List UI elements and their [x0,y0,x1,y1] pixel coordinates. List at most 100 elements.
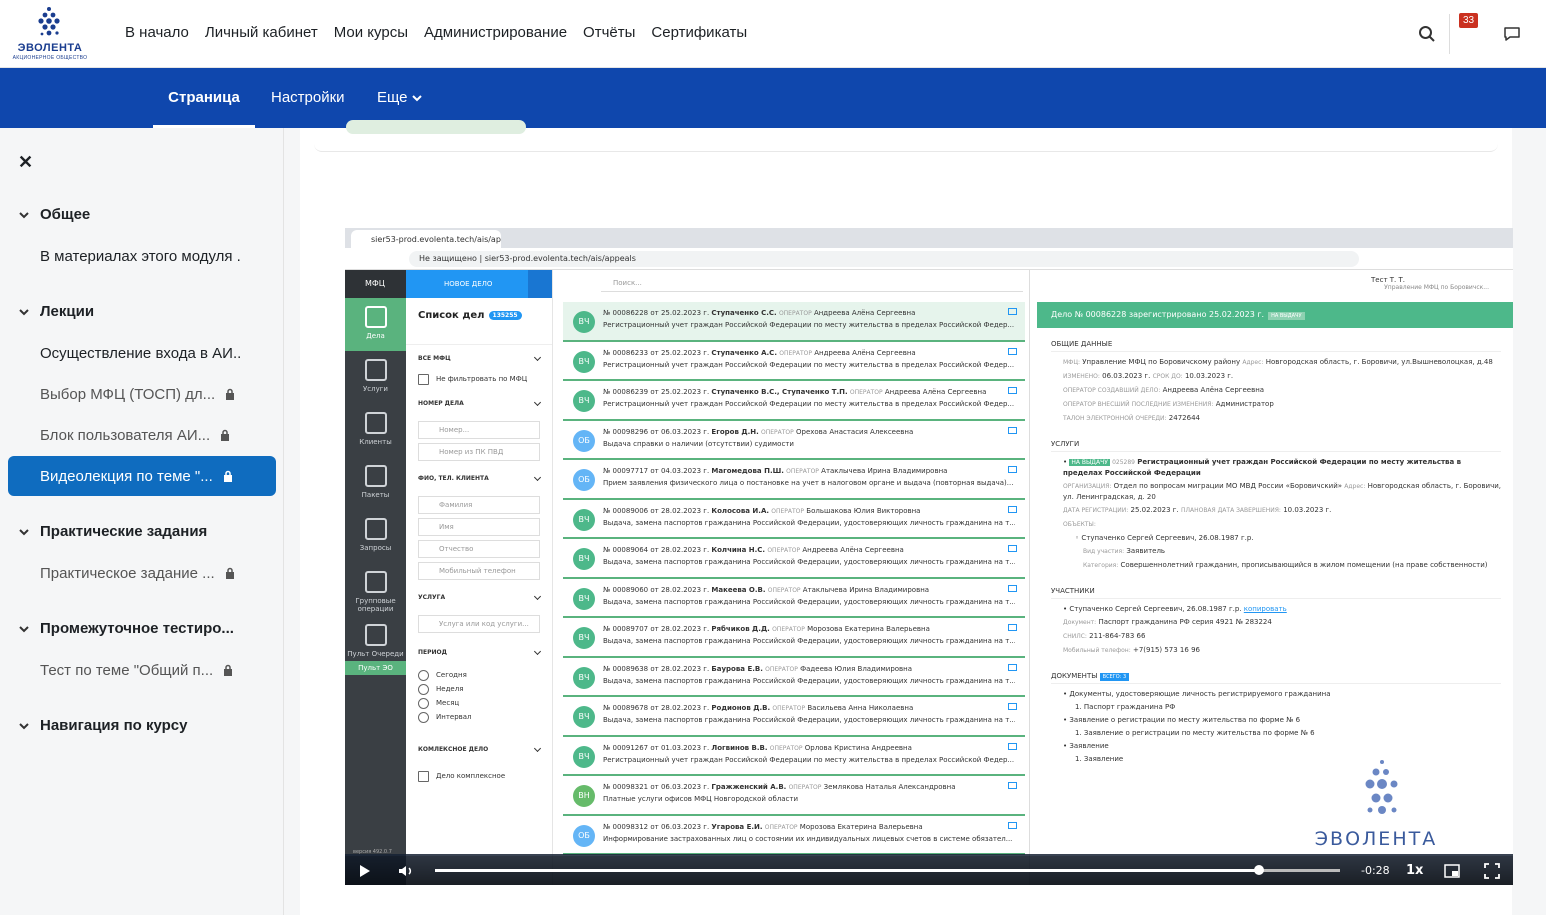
video-doc-item: • Заявление [1063,742,1109,750]
close-icon: ✕ [18,152,34,172]
section-course-navigation[interactable]: Навигация по курсу [18,717,187,734]
video-time-remaining: -0:28 [1361,864,1390,877]
case-description: Выдача, замена паспортов гражданина Росс… [603,518,1015,527]
course-item-active[interactable]: Видеолекция по теме "... [8,456,276,496]
case-client: Гражженский А.В. [711,783,787,791]
course-item-label: Тест по теме "Общий п... [40,661,214,679]
video-seek-fill [435,869,1259,872]
tab-page[interactable]: Страница [153,68,255,128]
video-nav-label: Дела [366,332,385,340]
tab-more[interactable]: Еще [377,68,422,128]
case-operator-label: ОПЕРАТОР [767,547,801,554]
label: Адрес: [1344,483,1366,490]
case-title-line: № 00098296 от 06.03.2023 г. Егоров Д.Н. … [603,428,1008,436]
video-detail-line: МФЦ: Управление МФЦ по Боровичскому райо… [1051,356,1501,370]
envelope-icon [1008,505,1017,513]
doc-title: Документы, удостоверяющие личность регис… [1069,690,1331,698]
video-case-row: ВЧ № 00089707 от 28.02.2023 г. Рябчиков Д… [563,618,1025,658]
video-filter-radio: Месяц [406,696,552,710]
case-title-line: № 00086233 от 25.02.2023 г. Ступаченко А… [603,349,1008,357]
case-client: Ступаченко А.С. [711,348,777,357]
video-case-detail: Тест Т. Т. Управление МФЦ по Боровичск..… [1037,270,1513,885]
notification-count-badge: 33 [1459,13,1479,28]
tab-settings[interactable]: Настройки [271,68,345,128]
brand-logo[interactable]: ЭВОЛЕНТА АКЦИОНЕРНОЕ ОБЩЕСТВО [12,6,88,62]
case-number: № 00089707 [603,625,649,633]
case-operator: Морозова Екатерина Валерьевна [799,822,923,831]
section-general[interactable]: Общее [18,206,90,223]
case-operator: Землякова Наталья Александровна [823,783,956,791]
case-number: № 00086233 [603,348,649,357]
video-case-rows: ВЧ № 00086228 от 25.02.2023 г. Ступаченко… [563,302,1025,855]
nav-admin[interactable]: Администрирование [416,22,575,43]
completion-pill [346,120,526,134]
video-filter-input: Фамилия [418,496,540,514]
label: Документ: [1063,619,1097,626]
notifications-toggle[interactable]: 33 [1452,13,1492,54]
envelope-icon [1008,466,1017,473]
case-date: от 28.02.2023 г. [650,704,710,712]
course-item[interactable]: Практическое задание ... [8,553,276,593]
label: НА ВЫДАЧУ [1069,459,1110,466]
group-ops-icon [364,571,387,593]
video-detail-line: Документ: Паспорт гражданина РФ серия 49… [1051,616,1501,630]
nav-home[interactable]: В начало [117,22,197,43]
fullscreen-icon[interactable] [1483,862,1501,880]
course-item[interactable]: Блок пользователя АИ... [8,415,276,455]
video-seek-handle[interactable] [1253,865,1264,875]
value: Ступаченко Сергей Сергеевич, 26.08.1987 … [1069,605,1242,613]
section-practical[interactable]: Практические задания [18,523,207,540]
search-icon [1419,26,1435,42]
tab-more-label: Еще [377,89,408,106]
video-section-heading: ДОКУМЕНТЫ ВСЕГО: 3 [1051,666,1501,684]
case-number: № 00097717 [603,467,649,475]
nav-reports[interactable]: Отчёты [575,22,643,43]
search-toggle[interactable] [1407,14,1447,54]
label: ОПЕРАТОР СОЗДАВШИЙ ДЕЛО: [1063,387,1161,394]
envelope-icon [1008,624,1017,631]
case-avatar: ВЧ [573,350,595,373]
case-description: Платные услуги офисов МФЦ Новгородской о… [603,795,798,803]
course-item[interactable]: Тест по теме "Общий п... [8,650,276,690]
case-operator: Морозова Екатерина Валерьевна [807,625,930,633]
lock-icon [221,429,230,441]
case-operator: Андреева Алёна Сергеевна [802,546,904,554]
video-case-row: ВЧ № 00089638 от 28.02.2023 г. Баурова Е.… [563,657,1025,697]
course-item[interactable]: Осуществление входа в АИ... [8,333,276,373]
value: Управление МФЦ по Боровичскому району [1082,358,1241,366]
video-speed-button[interactable]: 1x [1406,863,1423,878]
case-description: Информирование застрахованных лиц о сост… [603,834,1013,843]
case-number: № 00091267 [603,743,649,752]
video-nav-label: Запросы [359,544,392,552]
course-item[interactable]: Выбор МФЦ (ТОСП) дл... [8,374,276,414]
case-description: Регистрационный учет граждан Российской … [603,321,1015,329]
video-doc-item: 1. Заявление о регистрации по месту жите… [1075,729,1315,737]
play-icon[interactable] [355,862,373,880]
video-case-list: Поиск... ВЧ № 00086228 от 25.02.2023 г. С… [553,270,1030,885]
picture-in-picture-icon[interactable] [1443,862,1461,880]
case-client: Колосова И.А. [711,506,770,515]
course-item[interactable]: В материалах этого модуля ... [8,236,276,276]
video-seek-bar[interactable] [435,865,1340,875]
video-filter-heading: НОМЕР ДЕЛА [406,396,552,411]
video-filter-radio: Сегодня [406,668,552,682]
case-title-line: № 00086239 от 25.02.2023 г. Ступаченко В… [603,388,1008,396]
nav-certificates[interactable]: Сертификаты [643,22,755,43]
video-controls: -0:28 1x [345,856,1513,885]
case-title-line: № 00089638 от 28.02.2023 г. Баурова Е.В.… [603,665,1008,673]
section-lectures[interactable]: Лекции [18,303,94,320]
video-filter-radio: Интервал [406,710,552,724]
nav-dashboard[interactable]: Личный кабинет [197,22,326,43]
case-date: от 06.03.2023 г. [650,783,710,791]
section-intermediate-test[interactable]: Промежуточное тестиро... [18,620,234,637]
close-drawer-button[interactable]: ✕ [18,152,33,173]
divider [1449,14,1450,54]
video-player[interactable]: sier53-prod.evolenta.tech/ais/ap Не защи… [345,228,1513,885]
label: СРОК ДО: [1152,373,1183,380]
envelope-icon [1008,426,1017,434]
volume-icon[interactable] [397,862,415,880]
case-operator: Андреева Алёна Сергеевна [884,388,987,396]
course-item-label: Блок пользователя АИ... [40,426,211,444]
messages-toggle[interactable] [1492,14,1532,54]
nav-my-courses[interactable]: Мои курсы [326,22,416,43]
